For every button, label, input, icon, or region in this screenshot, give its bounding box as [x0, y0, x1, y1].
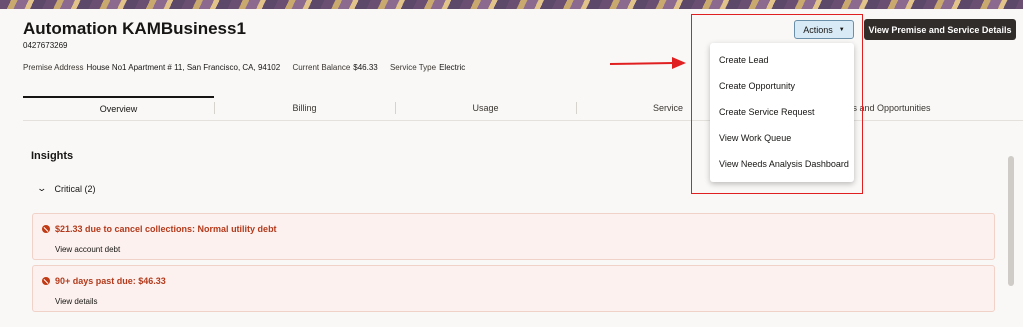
highlight-box — [691, 14, 863, 194]
insight-card-title-text: 90+ days past due: $46.33 — [55, 276, 166, 286]
header-banner — [0, 0, 1023, 9]
view-account-debt-link[interactable]: View account debt — [55, 245, 120, 254]
premise-value: House No1 Apartment # 11, San Francisco,… — [86, 63, 281, 72]
chevron-down-icon: ⌄ — [36, 183, 48, 193]
premise-label: Premise Address — [23, 63, 84, 72]
tab-bar: Overview Billing Usage Service ds and Op… — [23, 96, 1023, 121]
account-meta: Premise Address House No1 Apartment # 11,… — [23, 63, 475, 72]
service-type-value: Electric — [439, 63, 466, 72]
red-arrow-icon — [609, 57, 686, 69]
balance-label: Current Balance — [292, 63, 351, 72]
error-icon — [42, 277, 50, 285]
insight-card-title-text: $21.33 due to cancel collections: Normal… — [55, 224, 277, 234]
scrollbar-thumb[interactable] — [1008, 156, 1014, 286]
insight-card-title: $21.33 due to cancel collections: Normal… — [42, 224, 277, 234]
critical-section-toggle[interactable]: ⌄ Critical (2) — [36, 183, 96, 194]
view-details-link[interactable]: View details — [55, 297, 98, 306]
account-number: 0427673269 — [23, 41, 68, 50]
error-icon — [42, 225, 50, 233]
view-premise-service-details-button[interactable]: View Premise and Service Details — [864, 19, 1016, 40]
balance-value: $46.33 — [353, 63, 378, 72]
critical-label: Critical (2) — [54, 183, 96, 194]
insight-card: 90+ days past due: $46.33 View details — [32, 265, 995, 312]
tab-usage[interactable]: Usage — [395, 96, 576, 119]
tab-billing[interactable]: Billing — [214, 96, 395, 119]
page-title: Automation KAMBusiness1 — [23, 19, 246, 38]
insight-card-title: 90+ days past due: $46.33 — [42, 276, 166, 286]
insight-card: $21.33 due to cancel collections: Normal… — [32, 213, 995, 260]
service-type-label: Service Type — [389, 63, 437, 72]
insights-heading: Insights — [31, 150, 74, 162]
tab-overview[interactable]: Overview — [23, 96, 214, 119]
